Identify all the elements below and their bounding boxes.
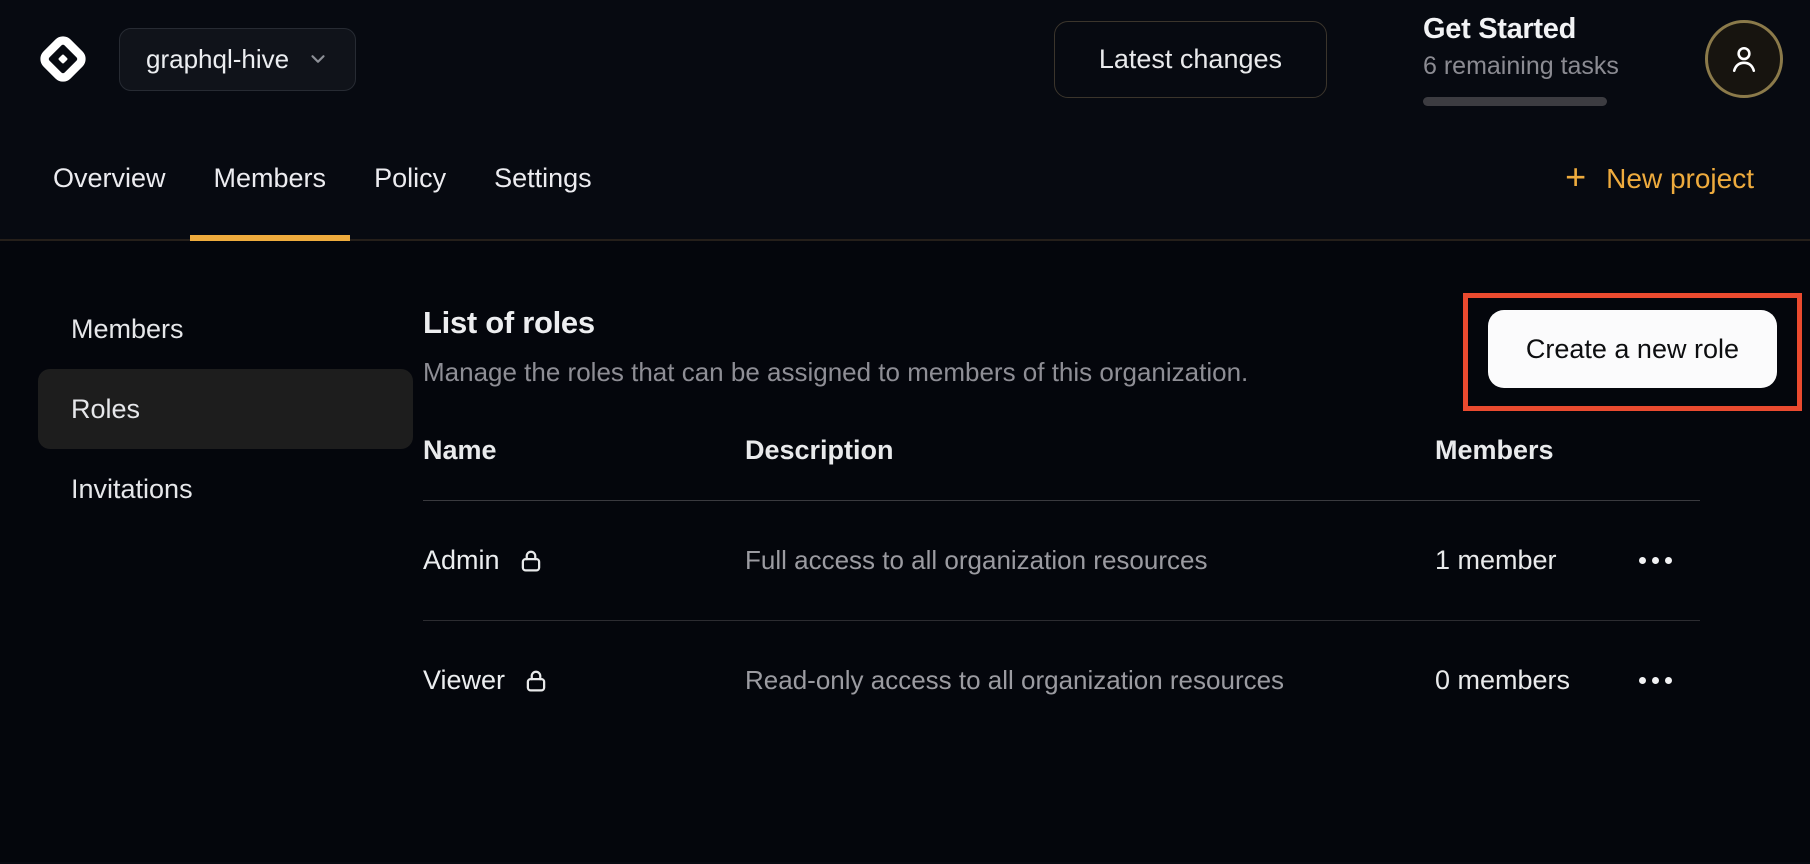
get-started-title: Get Started (1423, 13, 1613, 46)
user-icon (1725, 40, 1763, 78)
ellipsis-menu-icon (1639, 677, 1646, 684)
org-name: graphql-hive (146, 44, 289, 75)
plus-icon: + (1565, 159, 1586, 195)
new-project-button[interactable]: + New project (1565, 118, 1754, 239)
sidebar-item-roles[interactable]: Roles (38, 369, 413, 449)
sidebar-item-invitations[interactable]: Invitations (38, 449, 413, 529)
get-started-progressbar (1423, 97, 1607, 106)
sidebar-item-members[interactable]: Members (38, 289, 413, 369)
roles-table: Name Description Members Admin Full acce… (423, 435, 1700, 740)
org-selector[interactable]: graphql-hive (119, 28, 356, 91)
tab-members[interactable]: Members (190, 118, 351, 239)
role-description: Full access to all organization resource… (745, 501, 1305, 620)
tab-list: Overview Members Policy Settings (29, 118, 616, 239)
tab-settings[interactable]: Settings (470, 118, 616, 239)
role-name: Viewer (423, 665, 505, 696)
table-header-row: Name Description Members (423, 435, 1700, 501)
sidebar: Members Roles Invitations (38, 241, 413, 862)
row-menu-button[interactable] (1635, 547, 1676, 574)
avatar[interactable] (1705, 20, 1783, 98)
ellipsis-menu-icon (1639, 557, 1646, 564)
role-description: Read-only access to all organization res… (745, 621, 1305, 740)
table-row-viewer: Viewer Read-only access to all organizat… (423, 621, 1700, 740)
hive-logo-icon (35, 31, 91, 87)
role-name: Admin (423, 545, 500, 576)
tab-policy[interactable]: Policy (350, 118, 470, 239)
column-header-description: Description (745, 435, 1435, 466)
lock-icon (521, 666, 551, 696)
role-member-count: 0 members (1435, 625, 1635, 736)
new-project-label: New project (1606, 163, 1754, 195)
tab-overview[interactable]: Overview (29, 118, 190, 239)
lock-icon (516, 546, 546, 576)
table-row-admin: Admin Full access to all organization re… (423, 501, 1700, 621)
role-member-count: 1 member (1435, 505, 1635, 616)
annotation-highlight-box: Create a new role (1463, 293, 1802, 411)
create-new-role-button[interactable]: Create a new role (1488, 310, 1777, 388)
row-menu-button[interactable] (1635, 667, 1676, 694)
column-header-members: Members (1435, 435, 1635, 466)
page-title: List of roles (423, 305, 1248, 341)
get-started-subtitle: 6 remaining tasks (1423, 52, 1613, 81)
roles-panel: List of roles Manage the roles that can … (423, 241, 1810, 862)
hive-logo[interactable] (35, 31, 91, 87)
top-bar: graphql-hive Latest changes Get Started … (0, 0, 1810, 118)
column-header-name: Name (423, 435, 745, 466)
org-tabbar: Overview Members Policy Settings + New p… (0, 118, 1810, 241)
chevron-down-icon (307, 48, 329, 70)
page-subtitle: Manage the roles that can be assigned to… (423, 357, 1248, 388)
get-started-widget[interactable]: Get Started 6 remaining tasks (1423, 13, 1613, 106)
content-area: Members Roles Invitations List of roles … (0, 241, 1810, 862)
latest-changes-button[interactable]: Latest changes (1054, 21, 1327, 98)
